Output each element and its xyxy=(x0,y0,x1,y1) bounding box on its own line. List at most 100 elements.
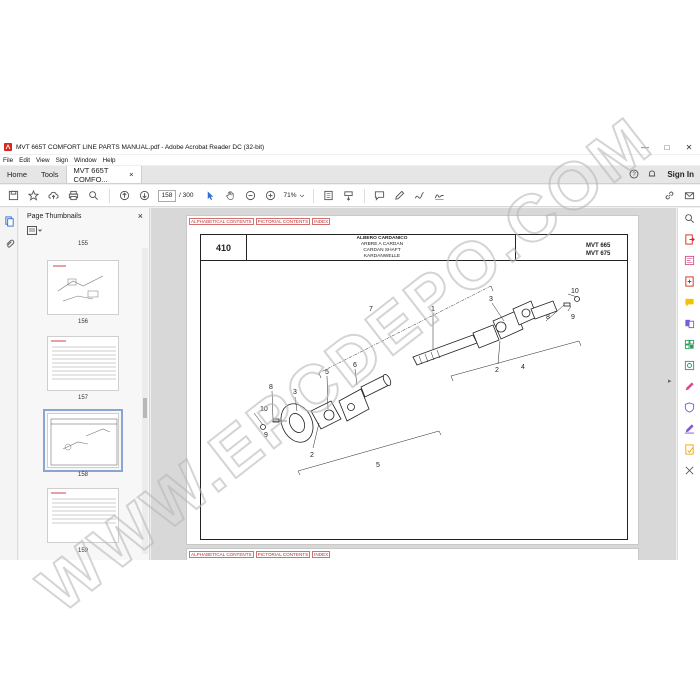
main-toolbar: 158 / 300 71% xyxy=(0,185,700,207)
page-thumbnails-icon[interactable] xyxy=(0,212,18,230)
fit-page-icon[interactable] xyxy=(319,187,337,205)
acrobat-window: MVT 665T COMFORT LINE PARTS MANUAL.pdf -… xyxy=(0,140,700,560)
callout-6-left: 6 xyxy=(353,362,357,369)
next-page-icon[interactable] xyxy=(135,187,153,205)
thumbnails-scrollbar-thumb[interactable] xyxy=(143,398,147,418)
callout-3-right: 3 xyxy=(489,296,493,303)
drawing-frame: 410 ALBERO CARDANICO ARBRE A CARDAN CARD… xyxy=(200,234,628,540)
highlight-pen-icon[interactable] xyxy=(390,187,408,205)
pictorial-contents-link[interactable]: PICTORIAL CONTENTS xyxy=(255,551,311,558)
scroll-mode-icon[interactable] xyxy=(339,187,357,205)
upload-cloud-icon[interactable] xyxy=(44,187,62,205)
thumbnail-page-158[interactable] xyxy=(43,409,123,472)
tab-bar-right: ? Sign In xyxy=(629,166,700,183)
zoom-level[interactable]: 71% xyxy=(283,192,296,199)
protect-shield-icon[interactable] xyxy=(678,397,700,418)
part-name-block: ALBERO CARDANICO ARBRE A CARDAN CARDAN S… xyxy=(247,235,517,261)
send-for-signature-icon[interactable] xyxy=(678,418,700,439)
hand-tool-icon[interactable] xyxy=(221,187,239,205)
cardan-shaft-assembly xyxy=(412,296,580,366)
right-tools-rail xyxy=(677,208,700,560)
thumbnails-scrollbar[interactable] xyxy=(142,248,148,554)
menu-file[interactable]: File xyxy=(3,157,13,164)
comment-tool-icon[interactable] xyxy=(678,292,700,313)
index-link[interactable]: INDEX xyxy=(312,551,331,558)
help-icon[interactable]: ? xyxy=(629,169,639,181)
thumbnail-options-icon[interactable] xyxy=(27,225,43,237)
minimize-button[interactable]: — xyxy=(634,140,656,154)
exploded-parts-drawing: 10 8 9 3 5 6 2 5 7 1 3 8 10 9 2 4 xyxy=(253,285,582,476)
callout-1: 1 xyxy=(431,306,435,313)
bookmark-star-icon[interactable] xyxy=(24,187,42,205)
title-bar: MVT 665T COMFORT LINE PARTS MANUAL.pdf -… xyxy=(0,140,700,154)
edit-pdf-icon[interactable] xyxy=(678,250,700,271)
toolbar-separator xyxy=(364,188,366,203)
page-total: / 300 xyxy=(179,192,194,199)
flange-yoke-assembly xyxy=(260,374,392,443)
page-number-input[interactable]: 158 xyxy=(158,189,176,202)
thumbnail-page-156[interactable] xyxy=(47,260,119,315)
draw-icon[interactable] xyxy=(410,187,428,205)
menu-view[interactable]: View xyxy=(36,157,50,164)
menu-sign[interactable]: Sign xyxy=(56,157,69,164)
menu-bar: File Edit View Sign Window Help xyxy=(0,155,700,165)
drawing-page-number: 410 xyxy=(201,235,247,261)
sign-icon[interactable] xyxy=(430,187,448,205)
attachments-paperclip-icon[interactable] xyxy=(0,234,18,252)
window-title: MVT 665T COMFORT LINE PARTS MANUAL.pdf -… xyxy=(16,143,265,151)
export-pdf-icon[interactable] xyxy=(678,229,700,250)
tab-bar: Home Tools MVT 665T COMFO... × ? Sign In xyxy=(0,166,700,184)
tab-home[interactable]: Home xyxy=(0,166,34,183)
more-tools-icon[interactable] xyxy=(678,460,700,481)
pictorial-contents-link[interactable]: PICTORIAL CONTENTS xyxy=(255,218,311,225)
scan-ocr-icon[interactable] xyxy=(678,355,700,376)
callout-9-left: 9 xyxy=(264,432,268,439)
previous-page-icon[interactable] xyxy=(115,187,133,205)
zoom-out-icon[interactable] xyxy=(241,187,259,205)
thumbnails-close-button[interactable]: × xyxy=(138,211,143,221)
notifications-bell-icon[interactable] xyxy=(647,169,657,181)
callout-7: 7 xyxy=(369,306,373,313)
thumbnail-page-159[interactable] xyxy=(47,488,119,543)
menu-window[interactable]: Window xyxy=(74,157,96,164)
collapse-right-panel-icon[interactable]: ▸ xyxy=(668,377,672,385)
toolbar-separator xyxy=(109,188,110,203)
callout-9-right: 9 xyxy=(571,314,575,321)
pdf-next-page: ALPHABETICAL CONTENTS PICTORIAL CONTENTS… xyxy=(186,548,639,560)
alphabetical-contents-link[interactable]: ALPHABETICAL CONTENTS xyxy=(189,218,254,225)
part-name-de: KARDANWELLE xyxy=(363,254,401,259)
alphabetical-contents-link[interactable]: ALPHABETICAL CONTENTS xyxy=(189,551,254,558)
create-pdf-icon[interactable] xyxy=(678,271,700,292)
zoom-in-icon[interactable] xyxy=(261,187,279,205)
acrobat-icon xyxy=(3,143,12,152)
menu-help[interactable]: Help xyxy=(103,157,116,164)
select-cursor-icon[interactable] xyxy=(201,187,219,205)
certificates-icon[interactable] xyxy=(678,439,700,460)
organize-pages-icon[interactable] xyxy=(678,334,700,355)
index-link[interactable]: INDEX xyxy=(312,218,331,225)
toolbar-separator xyxy=(313,188,315,203)
search-icon[interactable] xyxy=(84,187,102,205)
fill-sign-icon[interactable] xyxy=(678,376,700,397)
thumbnail-page-157[interactable] xyxy=(47,336,119,391)
email-icon[interactable] xyxy=(680,187,698,205)
thumbnails-panel-header: Page Thumbnails × xyxy=(19,208,149,224)
zoom-dropdown-icon[interactable] xyxy=(298,187,306,205)
combine-files-icon[interactable] xyxy=(678,313,700,334)
tab-close-button[interactable]: × xyxy=(129,170,133,179)
print-icon[interactable] xyxy=(64,187,82,205)
sign-in-button[interactable]: Sign In xyxy=(667,170,694,179)
document-viewport[interactable]: ALPHABETICAL CONTENTS PICTORIAL CONTENTS… xyxy=(151,208,676,560)
close-window-button[interactable]: ✕ xyxy=(678,140,700,154)
search-tool-icon[interactable] xyxy=(678,208,700,229)
left-navigation-rail xyxy=(0,208,18,560)
pdf-page: ALPHABETICAL CONTENTS PICTORIAL CONTENTS… xyxy=(186,215,639,545)
maximize-button[interactable]: □ xyxy=(656,140,678,154)
tab-tools[interactable]: Tools xyxy=(34,166,66,183)
comment-icon[interactable] xyxy=(370,187,388,205)
callout-4: 4 xyxy=(521,364,525,371)
tab-document[interactable]: MVT 665T COMFO... × xyxy=(65,166,142,184)
share-link-icon[interactable] xyxy=(660,187,678,205)
save-icon[interactable] xyxy=(4,187,22,205)
menu-edit[interactable]: Edit xyxy=(19,157,30,164)
